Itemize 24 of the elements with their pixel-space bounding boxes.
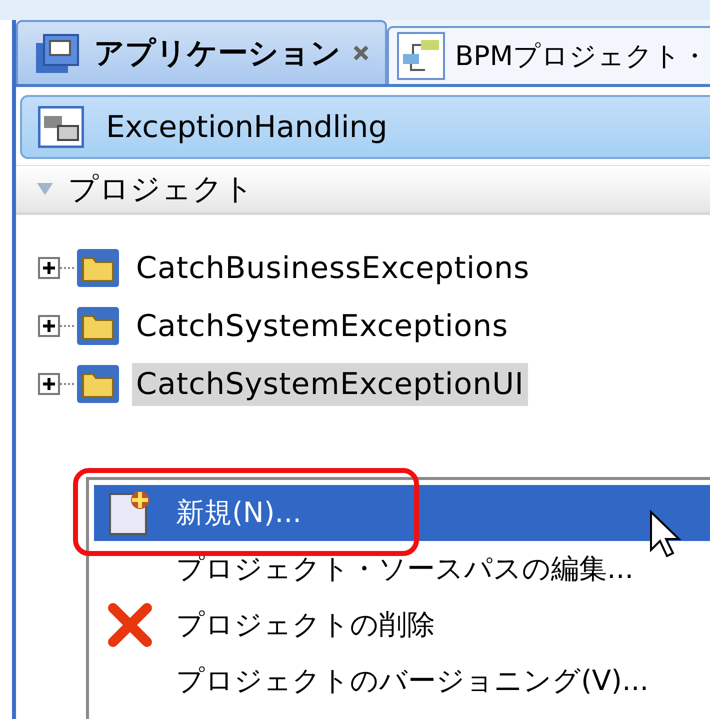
diagram-icon bbox=[397, 32, 445, 80]
folder-icon bbox=[76, 306, 120, 346]
tab[interactable]: BPMプロジェクト・ bbox=[387, 26, 710, 84]
tab[interactable]: アプリケーション bbox=[16, 20, 387, 84]
tree-connector bbox=[60, 324, 76, 328]
menu-item[interactable]: プロジェクトのバージョニング(V)... bbox=[94, 653, 710, 709]
folder-icon bbox=[76, 248, 120, 288]
expand-icon[interactable] bbox=[38, 315, 60, 337]
tree-connector bbox=[60, 266, 76, 270]
expand-icon[interactable] bbox=[38, 373, 60, 395]
menu-item[interactable]: プロジェクトの削除 bbox=[94, 597, 710, 653]
mouse-cursor-icon bbox=[649, 510, 683, 560]
menu-item[interactable]: 新規(N)... bbox=[94, 485, 710, 541]
folder-icon bbox=[76, 364, 120, 404]
section-header[interactable]: プロジェクト bbox=[16, 165, 710, 215]
delete-icon bbox=[107, 602, 153, 648]
application-icon bbox=[38, 106, 84, 148]
project-item[interactable]: CatchSystemExceptions bbox=[132, 304, 512, 348]
application-selector[interactable]: ExceptionHandling bbox=[20, 95, 710, 159]
close-icon[interactable] bbox=[351, 43, 371, 63]
project-item[interactable]: CatchSystemExceptionUI bbox=[132, 362, 528, 406]
project-item[interactable]: CatchBusinessExceptions bbox=[132, 246, 534, 290]
tree-connector bbox=[60, 382, 76, 386]
expand-icon[interactable] bbox=[38, 257, 60, 279]
